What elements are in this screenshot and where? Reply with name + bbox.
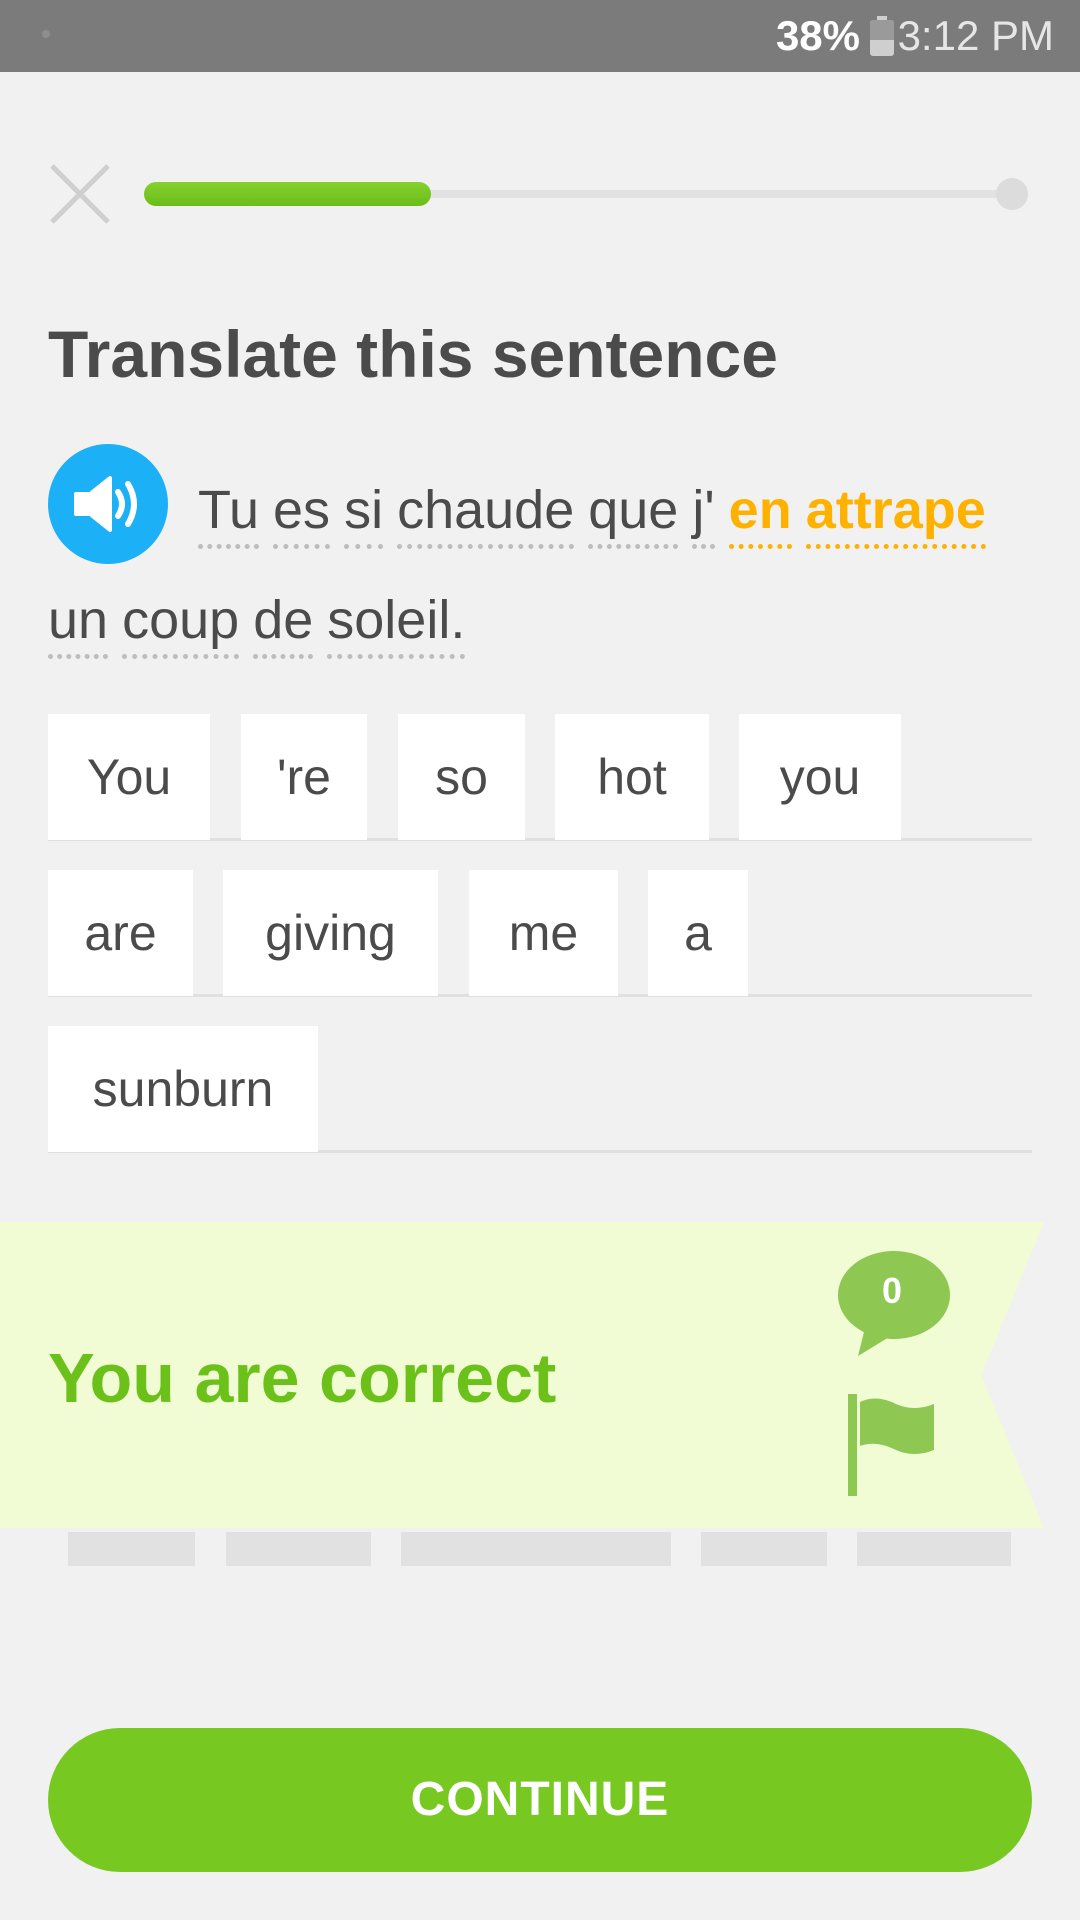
lesson-progress-bar <box>144 178 1028 210</box>
continue-button[interactable]: CONTINUE <box>48 1728 1032 1872</box>
answer-tile[interactable]: You <box>48 714 210 840</box>
answer-tile[interactable]: a <box>648 870 748 996</box>
battery-percent: 38% <box>775 12 860 59</box>
word-bank-slot <box>68 1532 195 1566</box>
word-bank-slot <box>857 1532 1011 1566</box>
source-sentence: Tu es si chaude que j' en attrape un coup de soleil… <box>48 455 1028 675</box>
source-word[interactable]: si <box>344 480 384 549</box>
feedback-message: You are correct <box>48 1339 557 1417</box>
word-bank-slot <box>401 1532 671 1566</box>
answer-tile[interactable]: me <box>469 870 618 996</box>
source-word[interactable]: soleil. <box>327 590 466 659</box>
answer-tile[interactable]: giving <box>223 870 438 996</box>
source-word[interactable]: de <box>253 590 314 659</box>
answer-tile[interactable]: are <box>48 870 193 996</box>
source-word[interactable]: un <box>48 590 109 659</box>
progress-end-dot <box>996 178 1028 210</box>
answer-tile[interactable]: so <box>398 714 525 840</box>
source-word[interactable]: que <box>588 480 679 549</box>
page-title: Translate this sentence <box>48 317 778 391</box>
answer-tile[interactable]: hot <box>555 714 709 840</box>
source-word[interactable]: es <box>273 480 331 549</box>
notification-dot <box>42 30 50 38</box>
battery-icon <box>870 16 894 56</box>
source-word[interactable]: Tu <box>198 480 260 549</box>
answer-row: sunburn <box>48 1026 1032 1182</box>
comment-count: 0 <box>881 1270 903 1311</box>
status-bar: 38% 3:12 PM <box>0 0 1080 72</box>
clock: 3:12 PM <box>897 12 1054 59</box>
word-bank-slot <box>701 1532 827 1566</box>
word-bank-slot <box>226 1532 371 1566</box>
progress-fill <box>144 182 432 206</box>
answer-tile[interactable]: sunburn <box>48 1026 318 1152</box>
source-word[interactable]: chaude <box>397 480 575 549</box>
source-word-new[interactable]: attrape <box>805 480 986 549</box>
answer-row: are giving me a <box>48 870 1032 1026</box>
flag-icon[interactable] <box>846 1394 938 1496</box>
source-word[interactable]: coup <box>122 590 240 659</box>
close-icon[interactable] <box>48 162 112 226</box>
answer-row: You 're so hot you <box>48 714 1032 870</box>
answer-tile[interactable]: 're <box>241 714 367 840</box>
source-word-new[interactable]: en <box>728 480 792 549</box>
answer-tile[interactable]: you <box>739 714 901 840</box>
answer-area: You 're so hot you are giving me a sunbu… <box>48 714 1032 1182</box>
source-word[interactable]: j' <box>692 480 715 549</box>
